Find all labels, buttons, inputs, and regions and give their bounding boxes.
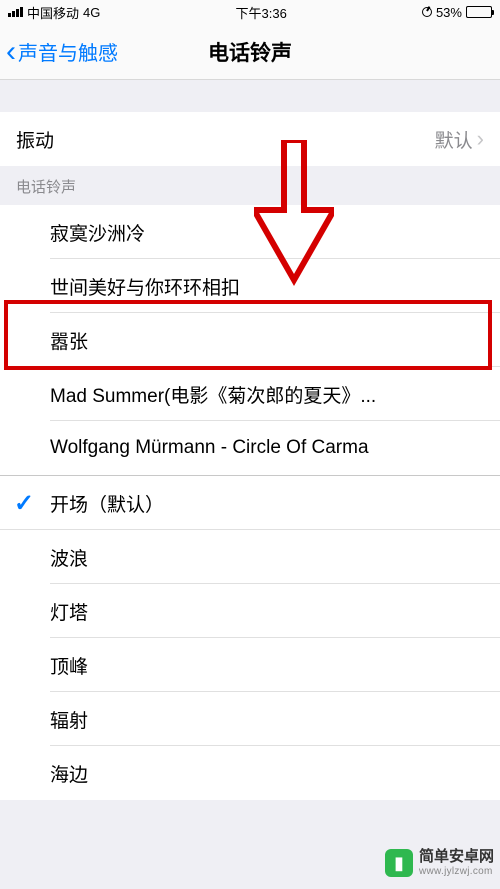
watermark: ▮ 简单安卓网 www.jylzwj.com (385, 849, 494, 877)
ringtone-label: 开场（默认） (50, 490, 164, 517)
battery-icon (466, 6, 492, 18)
ringtone-label: 海边 (50, 760, 88, 787)
status-right: 53% (422, 5, 492, 20)
orientation-lock-icon (422, 7, 432, 17)
ringtone-row-custom-4[interactable]: Wolfgang Mürmann - Circle Of Carma (0, 421, 500, 475)
status-bar: 中国移动 4G 下午3:36 53% (0, 0, 500, 24)
ringtone-row-builtin-3[interactable]: 顶峰 (0, 638, 500, 692)
ringtone-row-custom-2[interactable]: 嚣张 (0, 313, 500, 367)
ringtone-row-builtin-0[interactable]: ✓ 开场（默认） (0, 476, 500, 530)
ringtone-row-custom-3[interactable]: Mad Summer(电影《菊次郎的夏天》... (0, 367, 500, 421)
ringtones-section-header: 电话铃声 (0, 166, 500, 205)
ringtone-row-custom-1[interactable]: 世间美好与你环环相扣 (0, 259, 500, 313)
status-time: 下午3:36 (236, 3, 287, 22)
vibration-value: 默认 (435, 126, 473, 153)
watermark-title: 简单安卓网 (419, 849, 494, 866)
ringtone-label: 顶峰 (50, 652, 88, 679)
carrier-label: 中国移动 (27, 3, 79, 22)
ringtone-label: Wolfgang Mürmann - Circle Of Carma (50, 437, 369, 459)
signal-icon (8, 7, 23, 17)
checkmark-icon: ✓ (14, 489, 34, 518)
ringtone-label: 灯塔 (50, 598, 88, 625)
vibration-row[interactable]: 振动 默认 › (0, 112, 500, 166)
watermark-url: www.jylzwj.com (419, 866, 494, 877)
nav-bar: ‹ 声音与触感 电话铃声 (0, 24, 500, 80)
network-label: 4G (83, 5, 100, 20)
status-left: 中国移动 4G (8, 3, 100, 22)
ringtone-label: 嚣张 (50, 327, 88, 354)
android-icon: ▮ (385, 849, 413, 877)
ringtone-row-builtin-4[interactable]: 辐射 (0, 692, 500, 746)
ringtone-row-builtin-1[interactable]: 波浪 (0, 530, 500, 584)
ringtone-row-builtin-2[interactable]: 灯塔 (0, 584, 500, 638)
ringtone-label: 辐射 (50, 706, 88, 733)
ringtone-label: Mad Summer(电影《菊次郎的夏天》... (50, 381, 376, 408)
ringtone-row-custom-0[interactable]: 寂寞沙洲冷 (0, 205, 500, 259)
chevron-left-icon: ‹ (6, 37, 16, 67)
ringtone-label: 世间美好与你环环相扣 (50, 273, 240, 300)
back-button[interactable]: ‹ 声音与触感 (0, 24, 118, 79)
ringtone-label: 寂寞沙洲冷 (50, 219, 145, 246)
chevron-right-icon: › (477, 126, 484, 152)
ringtone-label: 波浪 (50, 544, 88, 571)
vibration-label: 振动 (16, 126, 54, 153)
ringtone-row-builtin-5[interactable]: 海边 (0, 746, 500, 800)
battery-percent: 53% (436, 5, 462, 20)
back-label: 声音与触感 (18, 37, 118, 66)
